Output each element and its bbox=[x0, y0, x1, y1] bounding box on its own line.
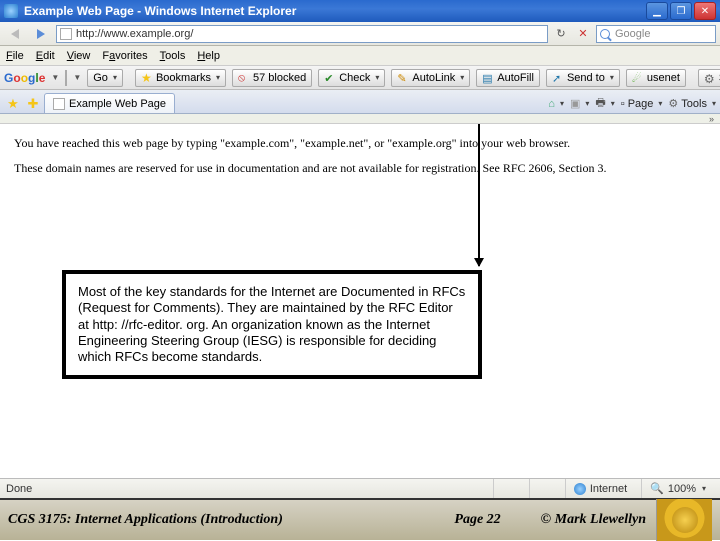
globe-icon bbox=[574, 483, 586, 495]
page-icon bbox=[53, 98, 65, 110]
menu-bar: File Edit View Favorites Tools Help bbox=[0, 46, 720, 66]
forward-button[interactable] bbox=[30, 24, 52, 44]
sendto-button[interactable]: ➚Send to▾ bbox=[546, 69, 620, 87]
refresh-button[interactable]: ↻ bbox=[552, 25, 570, 43]
footer-emblem bbox=[656, 499, 712, 541]
pegasus-icon bbox=[672, 507, 698, 533]
browser-search-input[interactable]: Google bbox=[596, 25, 716, 43]
page-icon bbox=[60, 28, 72, 40]
arrow-left-icon bbox=[11, 29, 19, 39]
home-button[interactable]: ⌂▾ bbox=[548, 98, 564, 110]
window-titlebar: Example Web Page - Windows Internet Expl… bbox=[0, 0, 720, 22]
status-zoom[interactable]: 🔍100%▾ bbox=[641, 479, 714, 498]
maximize-button[interactable]: ❐ bbox=[670, 2, 692, 20]
stop-button[interactable]: ✕ bbox=[574, 25, 592, 43]
menu-edit[interactable]: Edit bbox=[36, 50, 55, 62]
search-icon bbox=[600, 29, 610, 39]
star-icon: ★ bbox=[141, 72, 153, 84]
rss-icon: ▣ bbox=[570, 97, 580, 110]
menu-file[interactable]: File bbox=[6, 50, 24, 62]
page-menu-button[interactable]: ▫Page▾ bbox=[621, 98, 663, 110]
tools-menu-button[interactable]: ⚙Tools▾ bbox=[668, 97, 716, 110]
footer-author: © Mark Llewellyn bbox=[541, 512, 646, 528]
settings-button[interactable]: ⚙Settings▾ bbox=[698, 69, 720, 87]
autolink-button[interactable]: ✎AutoLink▾ bbox=[391, 69, 470, 87]
google-search-input[interactable] bbox=[65, 70, 67, 86]
status-zone[interactable]: Internet bbox=[565, 479, 635, 498]
autofill-icon: ▤ bbox=[482, 72, 494, 84]
add-favorites-button[interactable]: ✚ bbox=[24, 95, 42, 113]
content-paragraph-1: You have reached this web page by typing… bbox=[14, 136, 706, 151]
bookmarks-button[interactable]: ★Bookmarks▾ bbox=[135, 69, 226, 87]
usenet-icon: ☄ bbox=[632, 72, 644, 84]
menu-help[interactable]: Help bbox=[197, 50, 220, 62]
home-icon: ⌂ bbox=[548, 98, 555, 110]
block-icon: ⦸ bbox=[238, 72, 250, 84]
minimize-button[interactable]: ▁ bbox=[646, 2, 668, 20]
feeds-button[interactable]: ▣▾ bbox=[570, 97, 589, 110]
menu-view[interactable]: View bbox=[67, 50, 91, 62]
window-buttons: ▁ ❐ ✕ bbox=[646, 2, 716, 20]
menu-tools[interactable]: Tools bbox=[160, 50, 186, 62]
url-text: http://www.example.org/ bbox=[76, 28, 193, 40]
url-input[interactable]: http://www.example.org/ bbox=[56, 25, 548, 43]
autolink-icon: ✎ bbox=[397, 72, 409, 84]
footer-page: Page 22 bbox=[454, 512, 500, 528]
search-placeholder: Google bbox=[615, 28, 650, 40]
address-bar: http://www.example.org/ ↻ ✕ Google bbox=[0, 22, 720, 46]
arrow-right-icon bbox=[37, 29, 45, 39]
usenet-button[interactable]: ☄usenet bbox=[626, 69, 686, 87]
go-button[interactable]: Go▾ bbox=[87, 69, 123, 87]
menu-favorites[interactable]: Favorites bbox=[102, 50, 147, 62]
check-button[interactable]: ✔Check▾ bbox=[318, 69, 385, 87]
status-empty-2 bbox=[529, 479, 559, 498]
gear-icon: ⚙ bbox=[704, 72, 716, 84]
page-icon: ▫ bbox=[621, 98, 625, 110]
autofill-button[interactable]: ▤AutoFill bbox=[476, 69, 540, 87]
back-button[interactable] bbox=[4, 24, 26, 44]
favorites-star-button[interactable]: ★ bbox=[4, 95, 22, 113]
google-logo[interactable]: Google bbox=[4, 71, 45, 85]
page-content: You have reached this web page by typing… bbox=[0, 124, 720, 454]
status-empty-1 bbox=[493, 479, 523, 498]
footer-course: CGS 3175: Internet Applications (Introdu… bbox=[8, 512, 414, 528]
tab-bar: ★ ✚ Example Web Page ⌂▾ ▣▾ 🖶▾ ▫Page▾ ⚙To… bbox=[0, 90, 720, 114]
chevron-expand-icon[interactable]: » bbox=[709, 114, 714, 124]
callout-text: Most of the key standards for the Intern… bbox=[78, 284, 465, 364]
content-paragraph-2: These domain names are reserved for use … bbox=[14, 161, 706, 176]
print-icon: 🖶 bbox=[595, 94, 605, 113]
send-icon: ➚ bbox=[552, 72, 564, 84]
status-bar: Done Internet 🔍100%▾ bbox=[0, 478, 720, 498]
toolbar-expander: » bbox=[0, 114, 720, 124]
print-button[interactable]: 🖶▾ bbox=[595, 94, 614, 113]
status-text: Done bbox=[6, 483, 487, 495]
check-icon: ✔ bbox=[324, 72, 336, 84]
google-toolbar: Google ▼ ▼ Go▾ ★Bookmarks▾ ⦸57 blocked ✔… bbox=[0, 66, 720, 90]
zoom-icon: 🔍 bbox=[650, 482, 664, 495]
window-title: Example Web Page - Windows Internet Expl… bbox=[24, 4, 646, 18]
annotation-callout: Most of the key standards for the Intern… bbox=[62, 270, 482, 379]
ie-icon bbox=[4, 4, 18, 18]
tools-icon: ⚙ bbox=[668, 97, 678, 110]
popup-blocked-button[interactable]: ⦸57 blocked bbox=[232, 69, 312, 87]
close-button[interactable]: ✕ bbox=[694, 2, 716, 20]
tab-label: Example Web Page bbox=[69, 98, 166, 110]
tab-example-page[interactable]: Example Web Page bbox=[44, 93, 175, 113]
slide-footer: CGS 3175: Internet Applications (Introdu… bbox=[0, 498, 720, 540]
annotation-arrow bbox=[478, 124, 480, 266]
